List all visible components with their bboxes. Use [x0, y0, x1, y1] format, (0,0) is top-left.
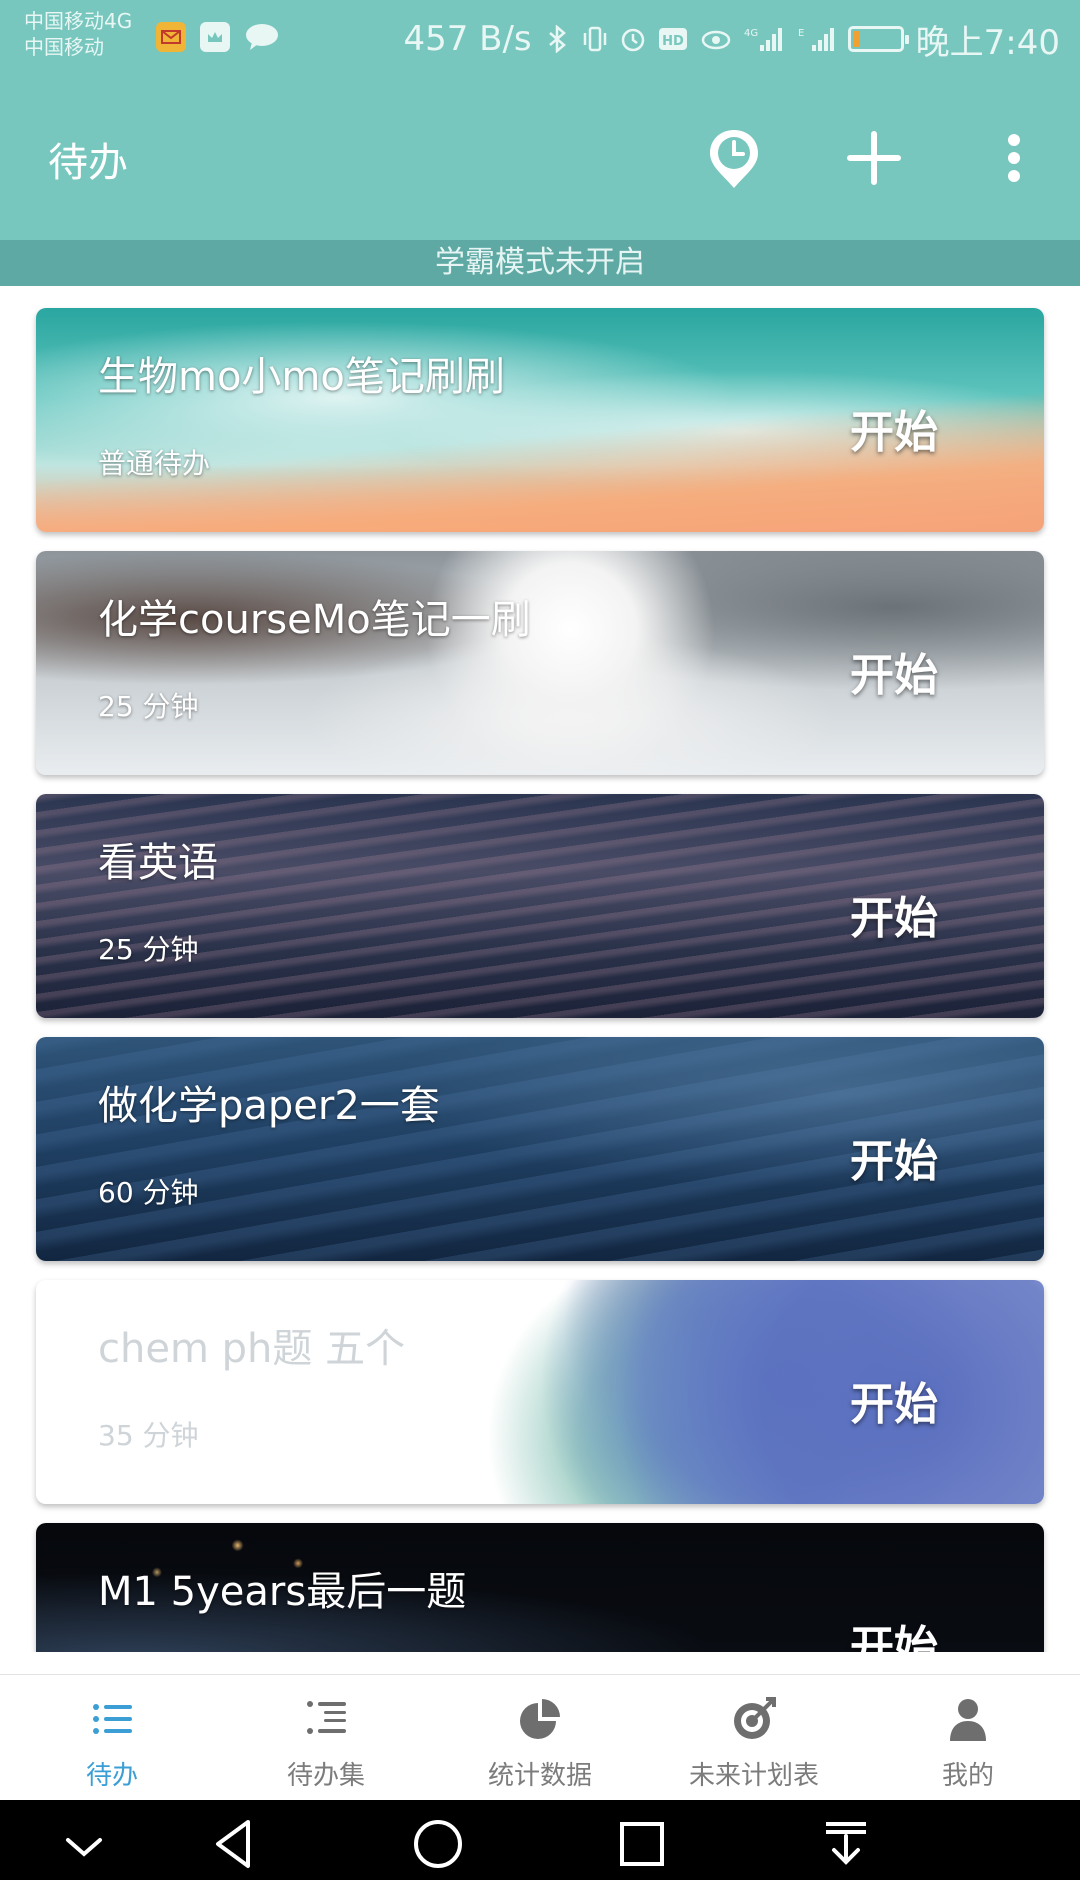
nav-label: 待办 — [85, 1761, 138, 1791]
nav-item-statistics[interactable]: 统计数据 — [432, 1675, 648, 1801]
list-icon — [93, 1704, 132, 1734]
net-speed: 457 B/s — [403, 19, 532, 59]
svg-text:HD: HD — [662, 34, 684, 49]
nav-label: 统计数据 — [487, 1761, 592, 1791]
more-vert-icon — [1008, 134, 1020, 182]
signal-e-icon: E — [798, 28, 834, 51]
battery-level — [852, 31, 861, 47]
message-icon — [244, 22, 280, 52]
battery-icon — [847, 26, 909, 52]
target-icon — [734, 1697, 776, 1739]
add-icon — [847, 131, 901, 185]
svg-text:4G: 4G — [744, 28, 758, 39]
start-button[interactable]: 开始 — [850, 639, 938, 703]
add-button[interactable] — [842, 122, 906, 194]
todo-card[interactable]: 做化学paper2一套 60 分钟 开始 — [36, 1037, 1044, 1261]
back-icon[interactable] — [204, 1810, 264, 1870]
todo-title: M1 5years最后一题 — [98, 1569, 467, 1615]
carrier-line-2: 中国移动 — [24, 35, 104, 59]
todo-card[interactable]: chem ph题 五个 35 分钟 开始 — [36, 1280, 1044, 1504]
signal-4g-icon: 4G — [744, 28, 782, 51]
bluetooth-icon — [548, 25, 566, 53]
clock-button[interactable] — [702, 122, 766, 194]
todo-title: 做化学paper2一套 — [98, 1083, 440, 1129]
mail-icon — [156, 22, 186, 52]
start-button[interactable]: 开始 — [850, 396, 938, 460]
todo-title: 看英语 — [98, 840, 218, 886]
start-button[interactable]: 开始 — [850, 1611, 938, 1652]
person-icon — [950, 1699, 986, 1741]
carrier-line-1: 中国移动4G — [24, 9, 133, 33]
collapse-icon[interactable] — [54, 1810, 114, 1870]
start-button[interactable]: 开始 — [850, 1125, 938, 1189]
todo-subtitle: 25 分钟 — [98, 933, 199, 966]
list-set-icon — [307, 1701, 346, 1734]
bottom-navigation: 待办 待办集 统计数据 未来计划表 我的 — [0, 1674, 1080, 1800]
study-mode-banner[interactable]: 学霸模式未开启 — [0, 240, 1080, 286]
nav-item-future-plan[interactable]: 未来计划表 — [646, 1675, 862, 1801]
todo-list[interactable]: 生物mo小mo笔记刷刷 普通待办 开始 化学courseMo笔记一刷 25 分钟… — [0, 286, 1080, 1652]
weibo-icon — [200, 22, 230, 52]
clock-icon — [710, 130, 758, 188]
todo-title: 化学courseMo笔记一刷 — [98, 597, 531, 643]
recents-icon[interactable] — [612, 1810, 672, 1870]
todo-subtitle: 25 分钟 — [98, 690, 199, 723]
more-options-button[interactable] — [982, 122, 1030, 194]
vibrate-icon — [583, 26, 606, 52]
status-bar: 中国移动4G 中国移动 457 B/s HD 4G E 晚上7:40 — [0, 0, 1080, 82]
nav-label: 待办集 — [286, 1761, 365, 1791]
nav-item-todo[interactable]: 待办 — [4, 1675, 220, 1801]
app-bar: 待办 — [0, 82, 1080, 240]
todo-card[interactable]: 化学courseMo笔记一刷 25 分钟 开始 — [36, 551, 1044, 775]
nav-item-todo-set[interactable]: 待办集 — [218, 1675, 434, 1801]
svg-text:E: E — [798, 28, 804, 39]
status-right: 457 B/s HD 4G E 晚上7:40 — [403, 14, 1060, 64]
todo-subtitle: 35 分钟 — [98, 1419, 199, 1452]
eye-icon — [701, 30, 730, 50]
nav-label: 我的 — [941, 1761, 994, 1791]
clock-time: 晚上7:40 — [915, 22, 1060, 63]
todo-card[interactable]: 看英语 25 分钟 开始 — [36, 794, 1044, 1018]
todo-subtitle: 60 分钟 — [98, 1176, 199, 1209]
hd-icon: HD — [658, 28, 687, 50]
todo-subtitle: 普通待办 — [98, 447, 211, 480]
pie-chart-icon — [520, 1699, 560, 1739]
page-title: 待办 — [48, 140, 128, 186]
system-nav-bar — [0, 1800, 1080, 1880]
start-button[interactable]: 开始 — [850, 1368, 938, 1432]
nav-label: 未来计划表 — [688, 1761, 819, 1791]
todo-card[interactable]: M1 5years最后一题 开始 — [36, 1523, 1044, 1652]
todo-title: chem ph题 五个 — [98, 1326, 406, 1372]
carrier-info: 中国移动4G 中国移动 — [24, 8, 132, 60]
notification-pull-icon[interactable] — [816, 1810, 876, 1870]
start-button[interactable]: 开始 — [850, 882, 938, 946]
home-icon[interactable] — [408, 1810, 468, 1870]
alarm-icon — [621, 28, 644, 52]
todo-card[interactable]: 生物mo小mo笔记刷刷 普通待办 开始 — [36, 308, 1044, 532]
todo-title: 生物mo小mo笔记刷刷 — [98, 354, 505, 400]
nav-item-mine[interactable]: 我的 — [860, 1675, 1076, 1801]
